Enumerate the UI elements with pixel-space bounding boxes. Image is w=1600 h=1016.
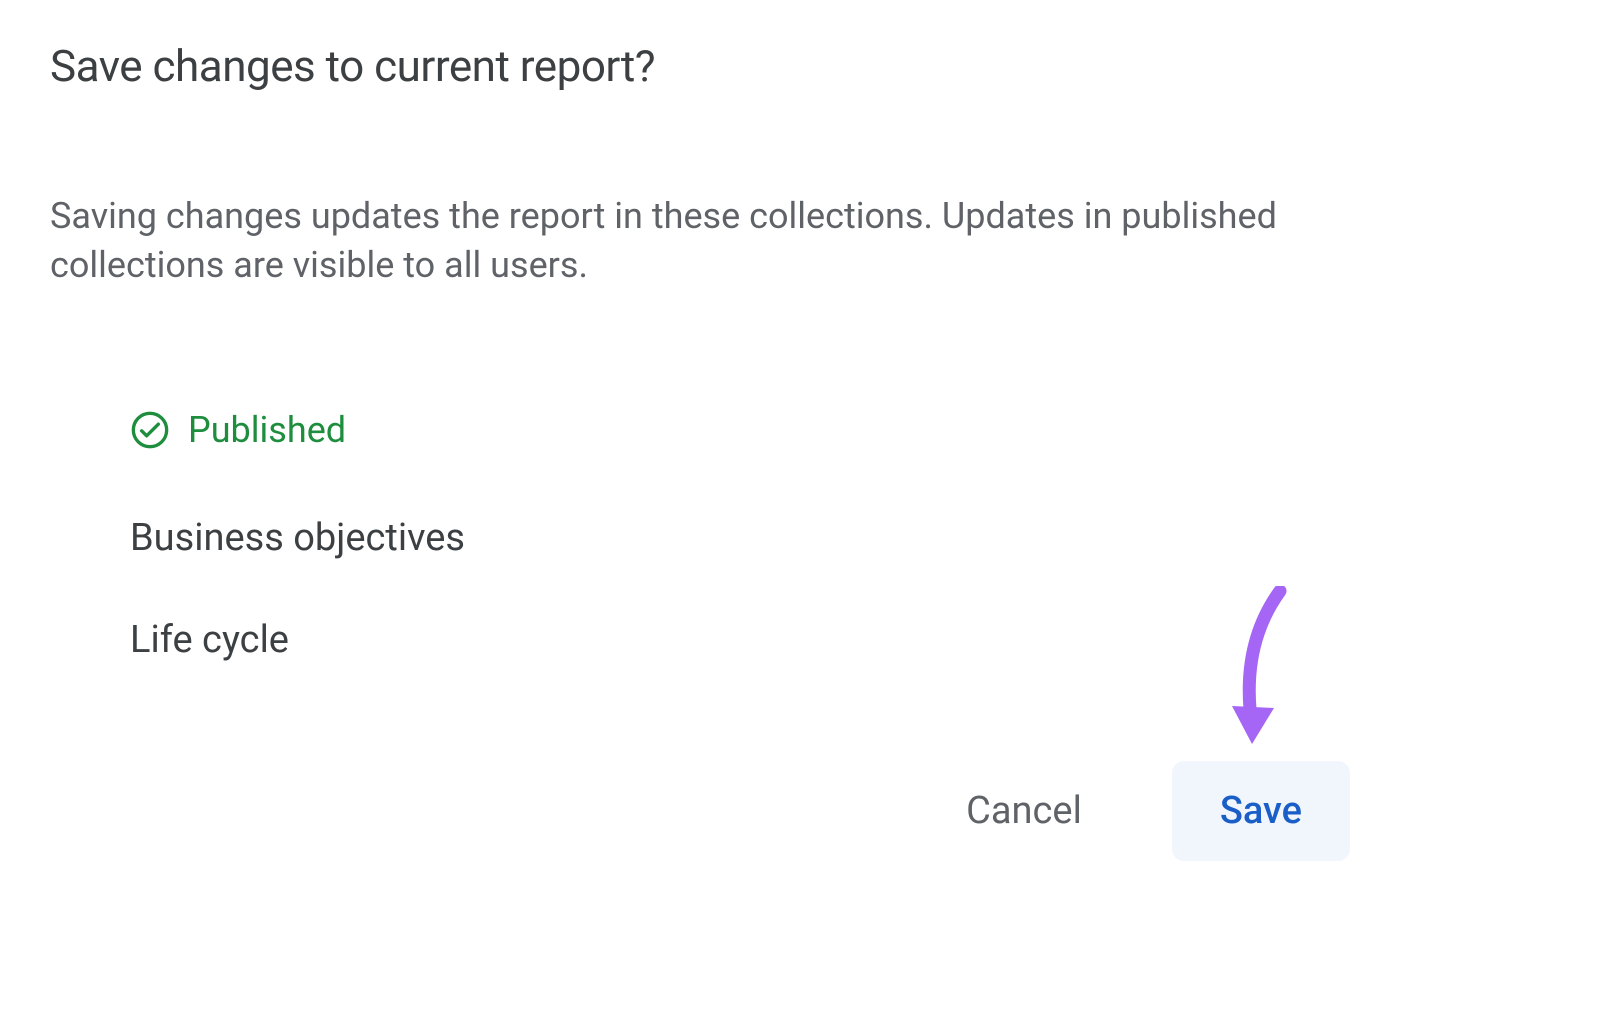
annotation-arrow-icon [1220, 586, 1300, 766]
dialog-description: Saving changes updates the report in the… [50, 192, 1450, 289]
published-status-label: Published [188, 409, 346, 451]
save-button[interactable]: Save [1172, 761, 1350, 861]
collection-item: Business objectives [130, 516, 1550, 560]
collection-item: Life cycle [130, 618, 1550, 662]
dialog-title: Save changes to current report? [50, 40, 1550, 92]
check-circle-icon [130, 410, 170, 450]
published-status-row: Published [130, 409, 1550, 451]
save-report-dialog: Save changes to current report? Saving c… [0, 0, 1600, 1016]
cancel-button[interactable]: Cancel [936, 771, 1112, 851]
dialog-actions: Cancel Save [936, 761, 1350, 861]
collection-list: Published Business objectives Life cycle [50, 409, 1550, 662]
